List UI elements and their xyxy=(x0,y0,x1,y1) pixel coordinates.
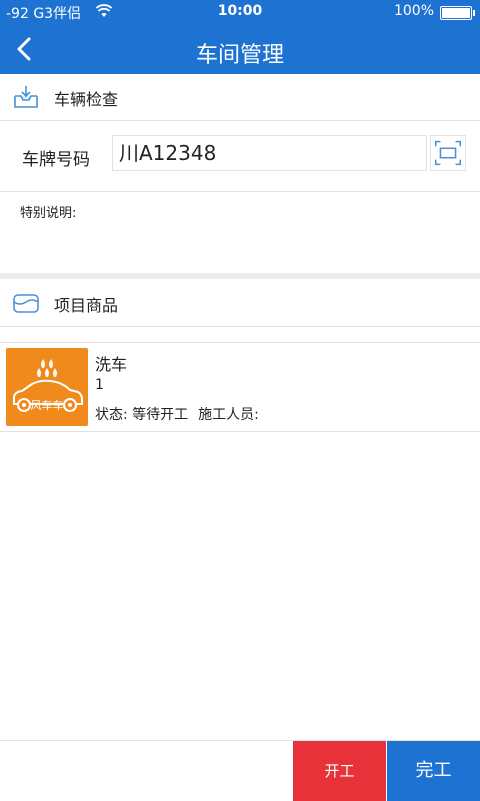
scan-frame-icon[interactable] xyxy=(430,135,466,171)
items-section-title: 项目商品 xyxy=(54,296,119,315)
thumbnail-brand-text: 风车车 xyxy=(31,398,64,412)
vehicle-section-title: 车辆检查 xyxy=(54,90,119,109)
bottom-action-bar: 开工 完工 xyxy=(0,740,480,801)
plate-row: 车牌号码 川A12348 xyxy=(0,121,480,192)
product-status: 状态: 等待开工 xyxy=(95,407,189,423)
nav-bar: 车间管理 xyxy=(0,24,480,74)
page-title: 车间管理 xyxy=(195,43,284,68)
plate-label: 车牌号码 xyxy=(22,150,90,170)
status-bar: -92 G3伴侣 10:00 100% xyxy=(0,0,480,24)
battery-icon xyxy=(440,6,475,20)
remark-area[interactable]: 特别说明: xyxy=(0,192,480,272)
tray-icon xyxy=(13,294,39,313)
product-thumbnail: 风车车 xyxy=(6,348,88,426)
product-status-line: 状态: 等待开工 施工人员: xyxy=(95,404,269,424)
car-wash-logo-icon: 风车车 xyxy=(13,359,83,412)
vehicle-section-header: 车辆检查 xyxy=(0,74,480,121)
finish-work-button[interactable]: 完工 xyxy=(387,741,480,801)
start-work-button[interactable]: 开工 xyxy=(293,741,386,801)
battery-percent: 100% xyxy=(393,3,434,19)
section-divider xyxy=(0,273,480,279)
items-section-header: 项目商品 xyxy=(0,280,480,327)
product-staff: 施工人员: xyxy=(198,407,259,423)
remark-label: 特别说明: xyxy=(20,206,77,221)
product-name: 洗车 xyxy=(95,355,128,374)
plate-number-input[interactable]: 川A12348 xyxy=(112,135,427,171)
list-item[interactable]: 风车车 洗车 1 状态: 等待开工 施工人员: xyxy=(0,342,480,432)
product-quantity: 1 xyxy=(95,377,104,393)
inbox-download-icon xyxy=(14,86,38,108)
